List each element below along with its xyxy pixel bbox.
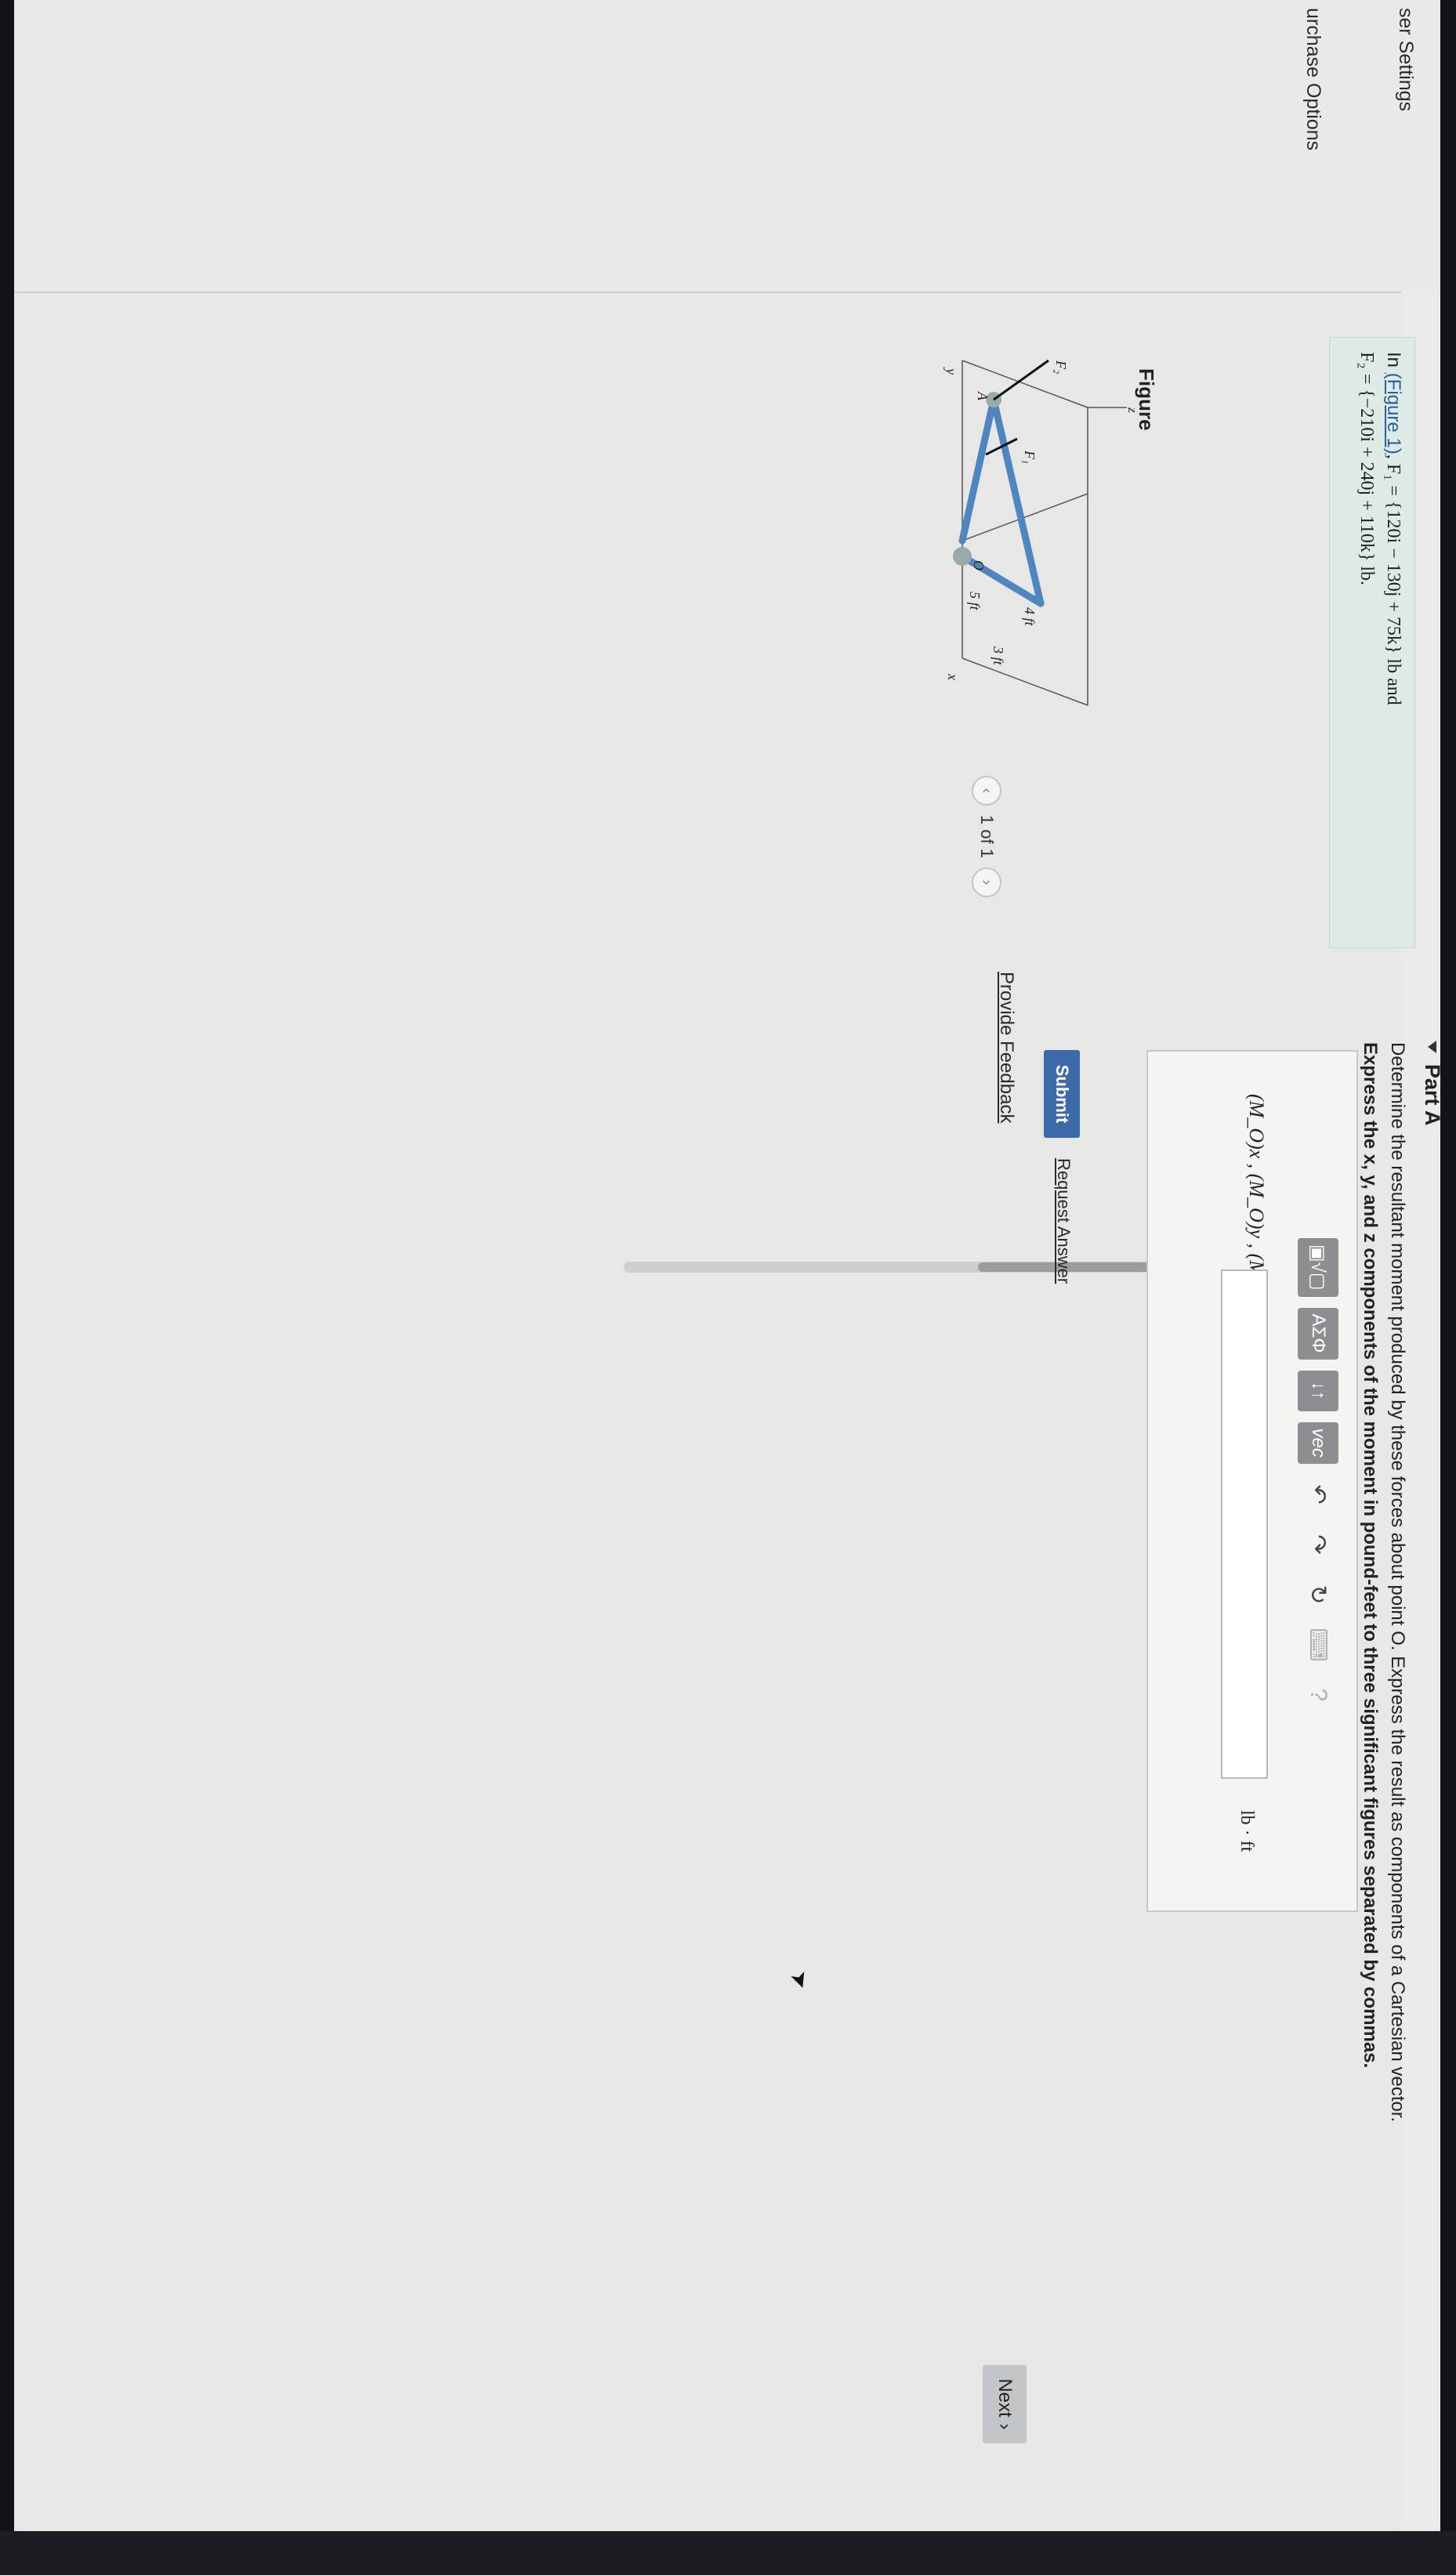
truss-member [990, 396, 1045, 607]
screen-right-edge [0, 2531, 1456, 2575]
provide-feedback-link[interactable]: Provide Feedback [995, 972, 1017, 1123]
problem-statement: In (Figure 1), F₁ = {120i − 130j + 75k} … [1329, 337, 1415, 948]
help-icon[interactable]: ? [1305, 1675, 1331, 1715]
dim-label-4ft: 4 ft [1022, 607, 1038, 627]
caret-down-icon [1428, 1041, 1436, 1053]
reset-icon[interactable]: ↻ [1305, 1575, 1332, 1614]
chevron-right-icon[interactable]: › [972, 867, 1001, 898]
question-text: Determine the resultant moment produced … [1356, 1042, 1411, 2531]
submit-button[interactable]: Submit [1044, 1050, 1080, 1138]
figure-image: 4 ft 5 ft 3 ft O A F₁ F₂ x y z [759, 345, 1141, 909]
greek-button[interactable]: ΑΣΦ [1298, 1307, 1338, 1360]
label-y: y [944, 367, 959, 375]
chevron-right-icon: › [994, 2423, 1016, 2430]
force-f2: F₂ = {−210i + 240j + 110k} lb. [1356, 352, 1378, 586]
left-navigation: ser Settings urchase Options [14, 0, 1440, 293]
intro-prefix: In [1383, 352, 1404, 373]
mouse-cursor-icon: ➤ [785, 1967, 816, 1994]
force-f2-arrow [993, 359, 1049, 401]
question-main: Determine the resultant moment produced … [1387, 1042, 1408, 2123]
dim-label-3ft: 3 ft [991, 646, 1006, 666]
dim-label-5ft: 5 ft [967, 592, 983, 611]
pager-text: 1 of 1 [977, 815, 997, 859]
figure-link[interactable]: (Figure 1) [1383, 373, 1404, 455]
screen-top-edge [1440, 0, 1456, 2575]
undo-icon[interactable]: ↶ [1305, 1475, 1332, 1514]
label-o: O [971, 560, 987, 570]
question-instruction: Express the x, y, and z components of th… [1360, 1042, 1382, 2069]
label-f2: F₂ [1053, 360, 1069, 374]
figure-title: Figure [1135, 368, 1158, 431]
nav-purchase-options[interactable]: urchase Options [1302, 8, 1324, 150]
box-edge [962, 657, 1088, 706]
vec-button[interactable]: vec [1298, 1422, 1338, 1464]
rotated-page: ser Settings urchase Options In (Figure … [0, 0, 1456, 2575]
request-answer-link[interactable]: Request Answer [1053, 1158, 1074, 1284]
arrows-button[interactable]: ↓↑ [1298, 1370, 1338, 1411]
label-z: z [1125, 407, 1135, 413]
label-x: x [945, 673, 961, 680]
part-title: Part A [1421, 1064, 1444, 1126]
point-o-joint [953, 547, 972, 566]
redo-icon[interactable]: ↷ [1305, 1525, 1332, 1564]
next-label: Next [994, 2378, 1016, 2417]
truss-diagram: 4 ft 5 ft 3 ft O A F₁ F₂ x y z [944, 359, 1141, 706]
nav-user-settings[interactable]: ser Settings [1394, 8, 1417, 111]
label-a: A [975, 391, 991, 401]
chevron-left-icon[interactable]: ‹ [972, 776, 1001, 806]
figure-panel: Figure 4 ft 5 ft 3 ft O A F₁ F₂ x y ‹ 1 … [0, 337, 1315, 1273]
keyboard-icon[interactable]: ⌨ [1305, 1625, 1332, 1664]
math-toolbar: ▣√▢ ΑΣΦ ↓↑ vec ↶ ↷ ↻ ⌨ ? [1298, 1238, 1338, 1715]
label-f1: F₁ [1022, 450, 1038, 464]
next-button[interactable]: Next › [983, 2365, 1027, 2443]
force-f1: , F₁ = {120i − 130j + 75k} lb and [1383, 454, 1403, 705]
figure-pager: ‹ 1 of 1 › [972, 776, 1001, 898]
unit-label: lb · ft [1237, 1810, 1257, 1852]
part-a-header[interactable]: Part A [1420, 1041, 1444, 1126]
template-button[interactable]: ▣√▢ [1298, 1238, 1338, 1297]
answer-input[interactable] [1221, 1269, 1268, 1779]
truss-member [958, 396, 998, 545]
box-edge [962, 360, 1088, 408]
